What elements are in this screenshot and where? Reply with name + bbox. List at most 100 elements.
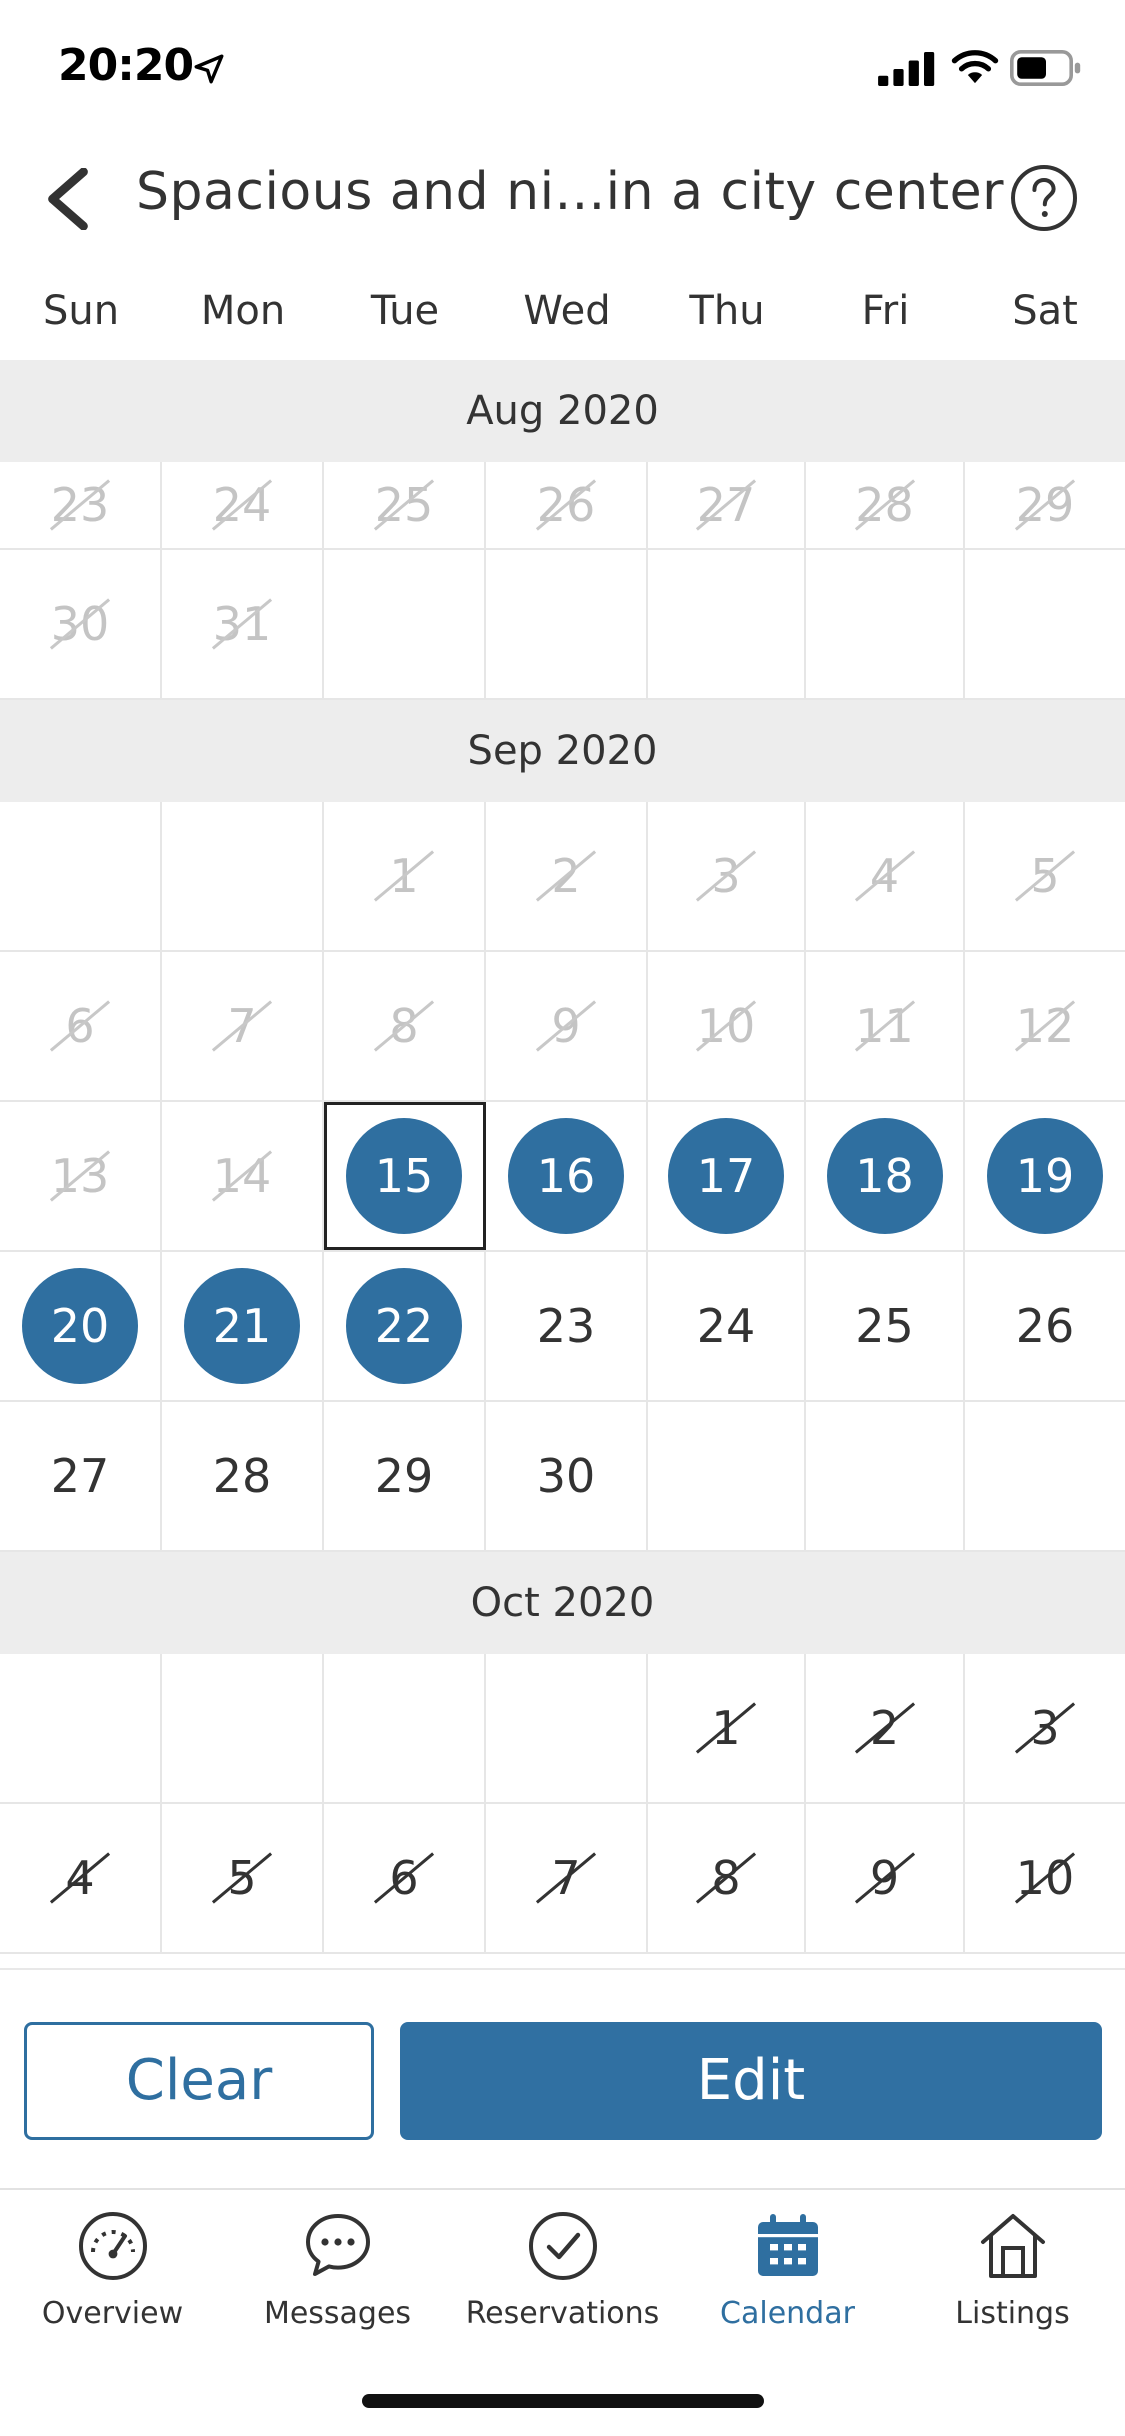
home-indicator: [362, 2394, 764, 2408]
day-cell[interactable]: 28: [162, 1402, 324, 1550]
gauge-icon: [78, 2212, 147, 2280]
calendar-grid[interactable]: Aug 2020 23242526272829 3031 Sep 2020 12…: [0, 360, 1125, 1968]
blocked-strike: [1014, 479, 1076, 531]
day-cell[interactable]: 4: [0, 1804, 162, 1952]
day-cell[interactable]: 30: [486, 1402, 648, 1550]
day-cell[interactable]: 30: [0, 550, 162, 698]
tab-label: Reservations: [465, 2296, 660, 2331]
tab-overview[interactable]: Overview: [0, 2210, 225, 2350]
day-cell[interactable]: 16: [486, 1102, 648, 1250]
tab-calendar[interactable]: Calendar: [675, 2210, 900, 2350]
day-number: 6: [324, 1851, 484, 1905]
edit-button[interactable]: Edit: [400, 2022, 1102, 2140]
day-cell[interactable]: 24: [648, 1252, 806, 1400]
question-circle-icon[interactable]: [1010, 164, 1078, 232]
day-number: 5: [965, 849, 1125, 903]
chevron-left-icon[interactable]: [40, 168, 96, 230]
blocked-strike: [211, 1000, 273, 1052]
day-cell[interactable]: 9: [806, 1804, 965, 1952]
day-number: 28: [806, 478, 963, 532]
day-cell[interactable]: 7: [162, 952, 324, 1100]
day-number: 17: [696, 1149, 756, 1203]
blocked-strike: [49, 1150, 111, 1202]
day-cell[interactable]: 19: [965, 1102, 1125, 1250]
day-cell[interactable]: 28: [806, 462, 965, 548]
day-cell[interactable]: 23: [0, 462, 162, 548]
tab-listings[interactable]: Listings: [900, 2210, 1125, 2350]
day-cell[interactable]: 29: [324, 1402, 486, 1550]
day-cell[interactable]: 14: [162, 1102, 324, 1250]
tab-reservations[interactable]: Reservations: [450, 2210, 675, 2350]
day-cell[interactable]: 10: [965, 1804, 1125, 1952]
week-row: 1314 15 16 17 18 19: [0, 1102, 1125, 1252]
empty-day-cell: [965, 1402, 1125, 1550]
day-cell[interactable]: 22: [324, 1252, 486, 1400]
day-cell[interactable]: 9: [486, 952, 648, 1100]
blocked-strike: [1014, 850, 1076, 902]
month-header-oct: Oct 2020: [0, 1552, 1125, 1654]
weekday-header: Sun Mon Tue Wed Thu Fri Sat: [0, 276, 1125, 346]
month-header-aug: Aug 2020: [0, 360, 1125, 462]
day-cell[interactable]: 6: [0, 952, 162, 1100]
day-cell[interactable]: 2: [486, 802, 648, 950]
day-cell[interactable]: 25: [806, 1252, 965, 1400]
day-number: 31: [162, 597, 322, 651]
day-cell[interactable]: 7: [486, 1804, 648, 1952]
day-cell[interactable]: 1: [324, 802, 486, 950]
day-cell[interactable]: 13: [0, 1102, 162, 1250]
blocked-strike: [1014, 1852, 1076, 1904]
day-cell[interactable]: 10: [648, 952, 806, 1100]
day-number: 9: [806, 1851, 963, 1905]
week-row: 23242526272829: [0, 462, 1125, 550]
day-number: 11: [806, 999, 963, 1053]
day-cell[interactable]: 27: [648, 462, 806, 548]
day-cell[interactable]: 23: [486, 1252, 648, 1400]
day-cell[interactable]: 17: [648, 1102, 806, 1250]
blocked-strike: [1014, 1702, 1076, 1754]
day-cell[interactable]: 5: [162, 1804, 324, 1952]
action-bar: Clear Edit: [0, 1968, 1125, 2188]
day-cell[interactable]: 15: [324, 1102, 486, 1250]
empty-day-cell: [0, 1654, 162, 1802]
day-cell[interactable]: 12: [965, 952, 1125, 1100]
empty-day-cell: [806, 1402, 965, 1550]
blocked-strike: [373, 479, 435, 531]
day-cell[interactable]: 6: [324, 1804, 486, 1952]
house-icon: [980, 2214, 1045, 2278]
day-cell[interactable]: 2: [806, 1654, 965, 1802]
day-number: 25: [855, 1299, 914, 1353]
day-cell[interactable]: 5: [965, 802, 1125, 950]
weekday-wed: Wed: [523, 288, 611, 334]
day-number: 8: [324, 999, 484, 1053]
tab-label: Listings: [955, 2296, 1070, 2331]
day-cell[interactable]: 3: [965, 1654, 1125, 1802]
listing-title: Spacious and ni...in a city center: [136, 162, 1005, 222]
day-number: 12: [965, 999, 1125, 1053]
calendar-icon: [757, 2214, 818, 2276]
day-cell[interactable]: 4: [806, 802, 965, 950]
clear-button[interactable]: Clear: [24, 2022, 374, 2140]
day-cell[interactable]: 1: [648, 1654, 806, 1802]
day-cell[interactable]: 8: [648, 1804, 806, 1952]
day-cell[interactable]: 27: [0, 1402, 162, 1550]
empty-day-cell: [324, 550, 486, 698]
day-number: 4: [0, 1851, 160, 1905]
day-cell[interactable]: 20: [0, 1252, 162, 1400]
day-number: 2: [486, 849, 646, 903]
tab-messages[interactable]: Messages: [225, 2210, 450, 2350]
day-cell[interactable]: 29: [965, 462, 1125, 548]
day-cell[interactable]: 11: [806, 952, 965, 1100]
day-cell[interactable]: 24: [162, 462, 324, 548]
empty-day-cell: [965, 550, 1125, 698]
day-cell[interactable]: 25: [324, 462, 486, 548]
day-cell[interactable]: 31: [162, 550, 324, 698]
blocked-strike: [695, 479, 757, 531]
day-cell[interactable]: 21: [162, 1252, 324, 1400]
day-cell[interactable]: 18: [806, 1102, 965, 1250]
week-row: 20 21 22 23 24 25 26: [0, 1252, 1125, 1402]
day-cell[interactable]: 26: [965, 1252, 1125, 1400]
weekday-sun: Sun: [42, 288, 120, 334]
day-cell[interactable]: 8: [324, 952, 486, 1100]
day-cell[interactable]: 3: [648, 802, 806, 950]
day-cell[interactable]: 26: [486, 462, 648, 548]
